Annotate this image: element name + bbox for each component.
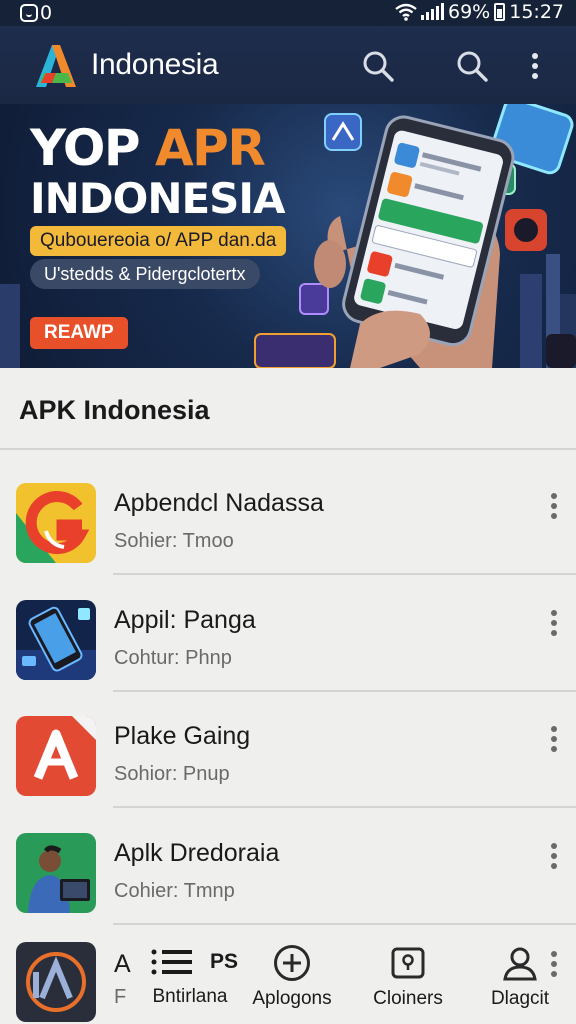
app-screen: 0 69% 15:27 Indonesia YOP APR INDONESIA … [0,0,576,1024]
app-subtitle: Sohier: Tmoo [114,530,234,552]
banner-cta-button[interactable]: REAWP [30,317,128,349]
divider [113,923,576,925]
nav-extra-label: PS [209,950,238,973]
banner-subtitle: U'stedds & Pidergclotertx [30,259,260,289]
nav-label: Dlagcit [490,988,550,1009]
nav-item-dlagcit[interactable]: Dlagcit [472,944,568,1010]
app-bar: Indonesia [0,26,576,104]
divider [113,690,576,692]
more-vert-icon[interactable] [546,725,562,753]
list-icon [151,949,192,975]
list-item[interactable]: Apbendcl Nadassa Sohier: Tmoo [0,460,576,575]
app-name: Appil: Panga [114,606,256,634]
app-name: Plake Gaing [114,722,251,750]
status-bar: 0 69% 15:27 [0,0,576,26]
status-right: 69% 15:27 [395,1,564,23]
list-item[interactable]: Appil: Panga Cohtur: Phnp [0,577,576,692]
nav-item-aplogons[interactable]: Aplogons [244,944,340,1010]
nav-label: Cloiners [373,988,443,1009]
battery-percent: 69% [448,1,491,23]
clock: 15:27 [509,1,564,23]
nav-label: Aplogons [252,988,332,1009]
add-circle-icon [274,945,310,981]
status-left-text: 0 [40,2,53,24]
app-logo-icon [36,45,76,87]
banner-headline-accent: APR [154,119,266,177]
list-item[interactable]: Aplk Dredoraia Cohier: Tmnp [0,810,576,925]
profile-icon [503,947,537,981]
search-icon[interactable] [362,50,394,82]
person-laptop-icon [16,833,96,913]
nav-label: Bntirlana [152,986,228,1007]
search-icon[interactable] [456,50,488,82]
more-vert-icon[interactable] [546,842,562,870]
section-header: APK Indonesia [0,368,576,450]
status-left: 0 [20,2,52,24]
banner-headline-line2: INDONESIA [30,174,286,223]
banner-headline: YOP APR [30,119,266,177]
divider [113,806,576,808]
bottom-nav: PS Bntirlana Aplogons Cloiners Dlagcit [0,928,576,1024]
signal-icon [421,3,444,20]
more-vert-icon[interactable] [520,50,550,82]
app-subtitle: Cohier: Tmnp [114,880,235,902]
promo-banner[interactable]: YOP APR INDONESIA Qubouereoia o/ APP dan… [0,104,576,368]
section-title: APK Indonesia [19,395,210,425]
question-card-icon [391,947,425,979]
divider [113,573,576,575]
app-subtitle: Sohior: Pnup [114,763,230,785]
more-vert-icon[interactable] [546,609,562,637]
app-subtitle: Cohtur: Phnp [114,647,232,669]
nav-item-cloiners[interactable]: Cloiners [360,944,456,1010]
banner-tagline: Qubouereoia o/ APP dan.da [30,226,287,256]
nav-item-bntirlana[interactable]: PS Bntirlana [142,944,238,1008]
more-vert-icon[interactable] [546,492,562,520]
green-g-phone-icon [16,483,96,563]
wifi-icon [395,3,417,21]
app-name: Aplk Dredoraia [114,839,280,867]
list-item[interactable]: Plake Gaing Sohior: Pnup [0,693,576,808]
app-name: Apbendcl Nadassa [114,489,324,517]
letter-a-icon [16,716,96,796]
battery-icon [494,3,506,21]
notification-icon [20,4,38,22]
app-title: Indonesia [91,48,219,81]
smartphone-icon [16,600,96,680]
